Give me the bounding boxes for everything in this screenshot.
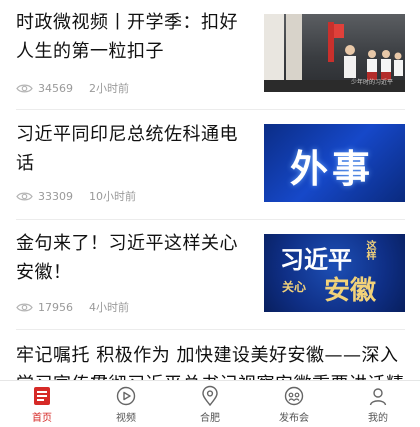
press-icon [284, 386, 304, 406]
article-meta: 33309 10小时前 [16, 188, 136, 204]
thumbnail-text: 外事 [290, 146, 375, 191]
article-title[interactable]: 牢记嘱托 积极作为 加快建设美好安徽——深入学习宣传贯彻习近平总书记视察安徽重要… [16, 341, 411, 380]
article-thumbnail[interactable]: 外事 [264, 124, 405, 202]
bottom-tab-bar: 首页 视频 合肥 发布会 我的 [0, 380, 420, 427]
views-icon [16, 84, 33, 92]
article-card[interactable]: 习近平同印尼总统佐科通电话 33309 10小时前 外事 [0, 110, 420, 220]
location-icon [202, 385, 218, 407]
tab-home[interactable]: 首页 [0, 381, 84, 427]
article-card[interactable]: 金句来了！习近平这样关心安徽！ 17956 4小时前 习近平 这样 关心 安徽 [0, 220, 420, 330]
article-thumbnail[interactable]: 习近平 这样 关心 安徽 [264, 234, 405, 312]
article-title[interactable]: 时政微视频丨开学季：扣好人生的第一粒扣子 [16, 8, 248, 66]
view-count: 17956 [38, 300, 73, 314]
article-meta: 17956 4小时前 [16, 299, 129, 315]
thumbnail-text: 这样 [364, 240, 375, 260]
article-title[interactable]: 习近平同印尼总统佐科通电话 [16, 120, 248, 178]
news-feed[interactable]: 时政微视频丨开学季：扣好人生的第一粒扣子 34569 2小时前 少年时的习近平 … [0, 0, 420, 380]
thumbnail-text: 安徽 [324, 276, 377, 306]
tab-press[interactable]: 发布会 [252, 381, 336, 427]
article-meta: 34569 2小时前 [16, 80, 129, 96]
tab-label: 我的 [368, 413, 388, 424]
tab-label: 视频 [116, 413, 136, 424]
publish-time: 4小时前 [89, 301, 129, 314]
tab-label: 首页 [32, 413, 52, 424]
publish-time: 2小时前 [89, 82, 129, 95]
thumbnail-text: 关心 [282, 280, 307, 294]
article-card[interactable]: 时政微视频丨开学季：扣好人生的第一粒扣子 34569 2小时前 少年时的习近平 [0, 0, 420, 110]
divider [16, 329, 405, 330]
tab-label: 发布会 [279, 413, 309, 424]
publish-time: 10小时前 [89, 190, 136, 203]
view-count: 34569 [38, 81, 73, 95]
tab-hefei[interactable]: 合肥 [168, 381, 252, 427]
article-thumbnail[interactable]: 少年时的习近平 [264, 14, 405, 92]
tab-video[interactable]: 视频 [84, 381, 168, 427]
view-count: 33309 [38, 189, 73, 203]
article-title[interactable]: 金句来了！习近平这样关心安徽！ [16, 229, 248, 287]
views-icon [16, 303, 33, 311]
tab-mine[interactable]: 我的 [336, 381, 420, 427]
user-icon [369, 388, 387, 406]
home-icon [34, 387, 50, 405]
thumbnail-caption: 少年时的习近平 [350, 79, 393, 86]
tab-label: 合肥 [200, 413, 220, 424]
views-icon [16, 192, 33, 200]
video-icon [116, 386, 136, 406]
